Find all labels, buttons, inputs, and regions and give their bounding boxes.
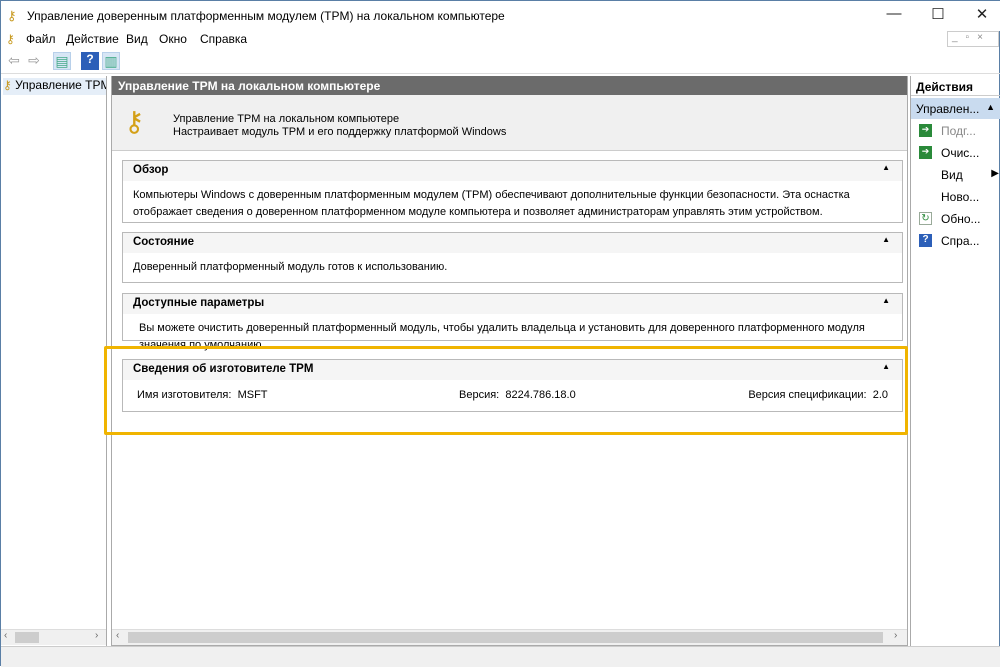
action-view[interactable]: Вид ▶ [915, 166, 999, 186]
section-status: Состояние ▲ Доверенный платформенный моду… [122, 232, 903, 283]
intro-description: Настраивает модуль TPM и его поддержку п… [173, 126, 507, 138]
close-button[interactable]: ✕ [967, 5, 997, 27]
green-arrow-icon: ➔ [919, 124, 932, 137]
actions-header: Действия [911, 76, 1000, 96]
collapse-icon: ▲ [986, 102, 995, 112]
highlight-frame [104, 346, 908, 435]
show-hide-action-pane-icon[interactable]: ▥ [102, 52, 120, 70]
tree-item-tpm[interactable]: ⚷ Управление TPM [3, 78, 106, 95]
section-header[interactable]: Доступные параметры ▲ [123, 294, 902, 314]
section-header[interactable]: Обзор ▲ [123, 161, 902, 181]
menu-file[interactable]: Файл [26, 32, 56, 46]
menu-view[interactable]: Вид [126, 32, 148, 46]
back-arrow-icon[interactable]: ⇦ [5, 52, 23, 70]
tpm-key-icon: ⚷ [3, 78, 12, 92]
section-body: Доверенный платформенный модуль готов к … [133, 261, 448, 273]
mdi-controls[interactable]: _▫× [947, 31, 999, 47]
window-title: Управление доверенным платформенным моду… [27, 9, 505, 23]
help-icon[interactable]: ? [81, 52, 99, 70]
action-help[interactable]: ? Спра... [915, 232, 999, 252]
tree-horizontal-scrollbar[interactable]: ‹ › [1, 629, 106, 645]
maximize-button[interactable]: ☐ [923, 5, 953, 27]
menu-bar: ⚷ Файл Действие Вид Окно Справка _▫× [1, 31, 1000, 48]
action-clear[interactable]: ➔ Очис... [915, 144, 999, 164]
center-horizontal-scrollbar[interactable]: ‹ › [112, 629, 907, 645]
action-refresh[interactable]: ↻ Обно... [915, 210, 999, 230]
tree-item-label: Управление TPM [15, 78, 106, 92]
actions-pane: Действия Управлен... ▲ ➔ Подг... ➔ Очис... … [910, 76, 1000, 646]
section-body: Компьютеры Windows с доверенным платформ… [133, 189, 850, 218]
forward-arrow-icon[interactable]: ⇨ [25, 52, 43, 70]
section-available-options: Доступные параметры ▲ Вы можете очистить … [122, 293, 903, 351]
collapse-icon: ▲ [882, 296, 890, 305]
green-arrow-icon: ➔ [919, 146, 932, 159]
app-icon: ⚷ [6, 32, 15, 46]
collapse-icon: ▲ [882, 235, 890, 244]
title-bar: ⚷ Управление доверенным платформенным мо… [1, 1, 1000, 31]
submenu-arrow-icon: ▶ [991, 168, 999, 179]
tpm-key-icon: ⚷ [7, 8, 17, 23]
action-new-window[interactable]: Ново... [915, 188, 999, 208]
intro-title: Управление TPM на локальном компьютере [173, 113, 400, 125]
section-header[interactable]: Состояние ▲ [123, 233, 902, 253]
status-bar [1, 646, 1000, 667]
action-prepare[interactable]: ➔ Подг... [915, 122, 999, 142]
menu-action[interactable]: Действие [66, 32, 119, 46]
center-header: Управление TPM на локальном компьютере [112, 76, 907, 95]
help-icon: ? [919, 234, 932, 247]
collapse-icon: ▲ [882, 163, 890, 172]
menu-help[interactable]: Справка [200, 32, 247, 46]
refresh-icon: ↻ [919, 212, 932, 225]
actions-group-header[interactable]: Управлен... ▲ [911, 98, 1000, 119]
section-overview: Обзор ▲ Компьютеры Windows с доверенным п… [122, 160, 903, 223]
toolbar: ⇦ ⇨ ▤ ? ▥ [1, 48, 1000, 74]
tpm-key-chip-icon: ⚷ [124, 106, 145, 137]
show-hide-tree-icon[interactable]: ▤ [53, 52, 71, 70]
tree-pane: ⚷ Управление TPM ‹ › [1, 76, 107, 646]
menu-window[interactable]: Окно [159, 32, 187, 46]
minimize-button[interactable]: — [879, 5, 909, 27]
intro-panel: ⚷ Управление TPM на локальном компьютере… [112, 95, 907, 151]
